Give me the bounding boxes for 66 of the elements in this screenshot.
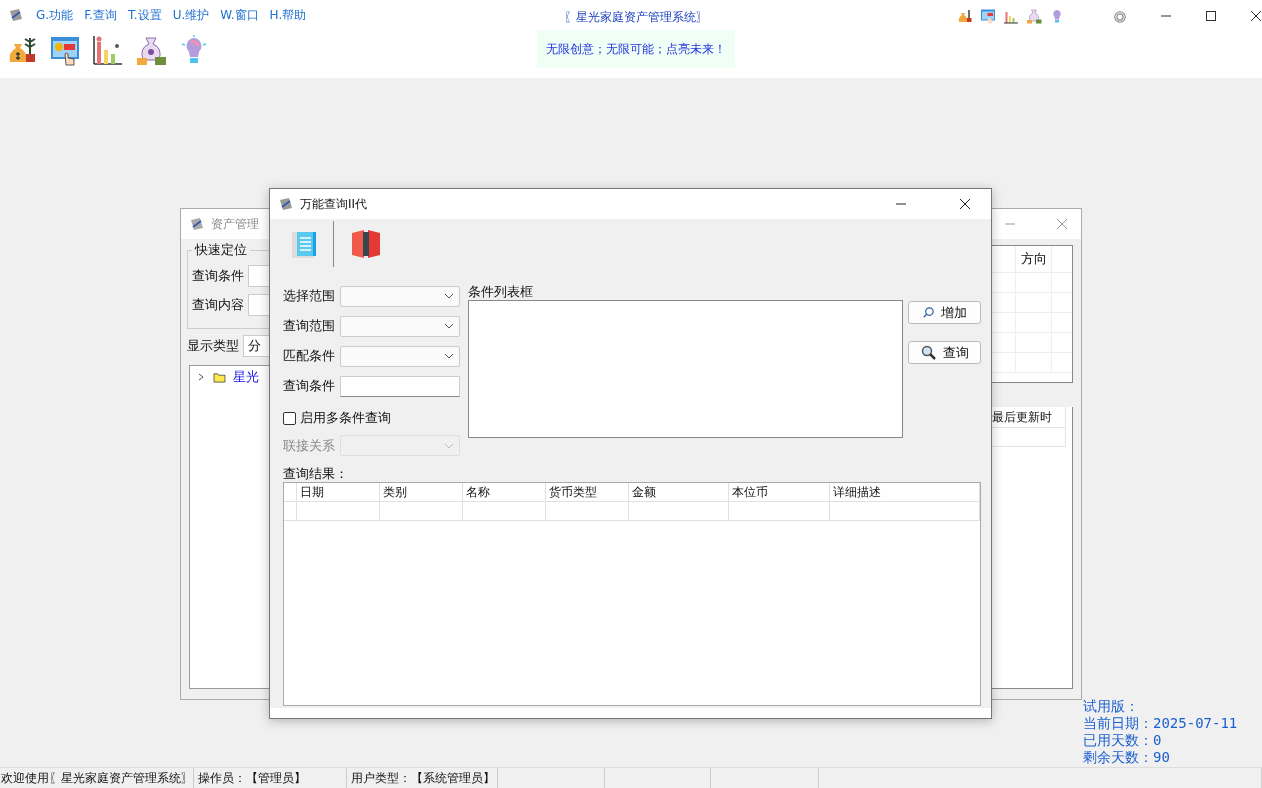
list-label: 条件列表框: [468, 283, 534, 300]
column-header: 金额: [628, 483, 730, 501]
field-label: 选择范围: [283, 287, 336, 306]
input-field[interactable]: [248, 264, 270, 287]
field-label: 查询内容: [192, 295, 245, 314]
column-header: 方向: [1016, 246, 1052, 272]
input-field[interactable]: [248, 293, 270, 316]
input-field[interactable]: [340, 376, 460, 397]
column-header: 类别: [379, 483, 463, 501]
status-text: 用户类型：【系统管理员】: [347, 768, 498, 788]
trial-info: 已用天数：0: [1083, 732, 1163, 749]
search-icon: [922, 306, 935, 319]
column-header: 货币类型: [545, 483, 629, 501]
column-header: 本位币: [729, 483, 831, 501]
chevron-down-icon: [444, 442, 454, 449]
close-icon[interactable]: [1250, 10, 1262, 22]
circle-icon[interactable]: [1113, 10, 1127, 24]
checkbox[interactable]: [283, 411, 296, 425]
window-title: 万能查询II代: [300, 195, 368, 213]
maximize-icon[interactable]: [1205, 10, 1217, 22]
monitor-icon[interactable]: [49, 34, 81, 66]
group-title: 快速定位: [194, 241, 248, 259]
status-text: 欢迎使用〖星光家庭资产管理系统〗: [0, 768, 194, 788]
chevron-down-icon: [444, 353, 454, 360]
cabinet-icon[interactable]: [350, 228, 382, 260]
column-header: 名称: [462, 483, 546, 501]
menu-item[interactable]: H.帮助: [269, 6, 307, 24]
money-bag-icon[interactable]: [135, 34, 167, 66]
search-icon: [920, 344, 937, 361]
trial-heading: 试用版：: [1083, 698, 1140, 715]
menu-item[interactable]: T.设置: [127, 6, 162, 24]
money-bag-icon[interactable]: [957, 8, 973, 24]
monitor-icon[interactable]: [980, 8, 996, 24]
slogan-banner: 无限创意；无限可能；点亮未来！: [537, 30, 735, 68]
folder-icon: [213, 371, 226, 383]
close-icon[interactable]: [959, 198, 971, 210]
field-label: 联接关系: [283, 436, 336, 455]
app-icon: [278, 196, 294, 212]
field-label: 显示类型: [187, 337, 240, 355]
field-label: 查询条件: [283, 377, 336, 396]
app-icon[interactable]: [8, 7, 24, 23]
column-header: 详细描述: [830, 483, 981, 501]
display-type-dropdown[interactable]: 分: [243, 335, 270, 357]
trial-info: 当前日期：2025-07-11: [1083, 715, 1238, 732]
field-label: 匹配条件: [283, 347, 336, 366]
checkbox-label[interactable]: 启用多条件查询: [300, 409, 391, 428]
add-button[interactable]: 增加: [908, 301, 981, 324]
window-title: 资产管理: [211, 215, 259, 233]
bar-chart-icon[interactable]: [92, 34, 124, 66]
menu-item[interactable]: G.功能: [36, 6, 74, 24]
menu-item[interactable]: U.维护: [172, 6, 210, 24]
results-label: 查询结果：: [283, 465, 349, 482]
field-label: 查询范围: [283, 317, 336, 336]
trial-info: 剩余天数：90: [1083, 749, 1171, 766]
column-header: 最后更新时: [992, 408, 1052, 426]
tree-item[interactable]: 星光: [233, 368, 259, 386]
app-icon: [189, 216, 205, 232]
column-header: 日期: [297, 483, 380, 501]
app-title: 〖星光家庭资产管理系统〗: [564, 9, 708, 25]
query-button[interactable]: 查询: [908, 341, 981, 364]
field-label: 查询条件: [192, 266, 245, 285]
menu-item[interactable]: F.查询: [84, 6, 117, 24]
status-text: 操作员：【管理员】: [194, 768, 347, 788]
chevron-down-icon: [444, 293, 454, 300]
chevron-down-icon: [444, 323, 454, 330]
menu-item[interactable]: W.窗口: [220, 6, 259, 24]
